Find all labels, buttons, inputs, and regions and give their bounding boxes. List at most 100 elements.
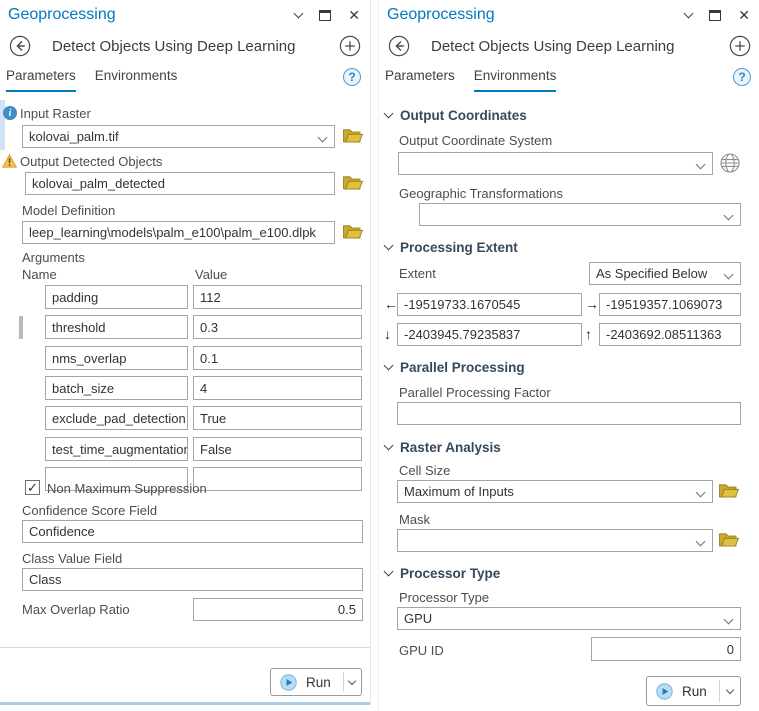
parallel-factor-field[interactable] (397, 402, 741, 425)
argument-name-cell[interactable]: test_time_augmentation (45, 437, 188, 461)
extent-ymax-field[interactable]: -2403692.08511363 (599, 323, 741, 346)
extent-xmax-field[interactable]: -19519357.1069073 (599, 293, 741, 316)
back-arrow-icon (9, 35, 31, 57)
plus-icon (729, 35, 751, 57)
class-value-field[interactable]: Class (22, 568, 363, 591)
model-definition-field[interactable]: leep_learning\models\palm_e100\palm_e100… (22, 221, 335, 244)
model-definition-value: leep_learning\models\palm_e100\palm_e100… (29, 225, 316, 240)
close-icon[interactable]: ✕ (348, 8, 360, 22)
section-processing-extent[interactable]: Processing Extent (385, 240, 518, 255)
gpu-id-field[interactable]: 0 (591, 637, 741, 661)
extent-label: Extent (399, 266, 436, 281)
input-raster-value: kolovai_palm.tif (29, 129, 119, 144)
chevron-down-icon (384, 361, 394, 371)
chevron-down-icon (384, 567, 394, 577)
argument-name-cell[interactable]: batch_size (45, 376, 188, 400)
plus-icon (339, 35, 361, 57)
argument-value-cell[interactable]: True (193, 406, 362, 430)
browse-model-button[interactable] (343, 224, 363, 239)
processor-type-combo[interactable]: GPU (397, 607, 741, 630)
arguments-value-header: Value (195, 267, 227, 282)
max-overlap-field[interactable]: 0.5 (193, 598, 363, 621)
run-button[interactable]: Run (646, 676, 741, 706)
cell-size-label: Cell Size (399, 463, 450, 478)
argument-value-cell[interactable]: 0.3 (193, 315, 362, 339)
run-button-label: Run (682, 684, 707, 699)
add-to-model-button[interactable] (729, 35, 751, 57)
confidence-field[interactable]: Confidence (22, 520, 363, 543)
browse-input-raster-button[interactable] (343, 128, 363, 143)
chevron-down-icon (724, 615, 734, 625)
chevron-down-icon (696, 160, 706, 170)
chevron-down-icon (384, 441, 394, 451)
chevron-down-icon (696, 537, 706, 547)
nms-checkbox[interactable]: ✓ (25, 480, 40, 495)
help-icon[interactable]: ? (733, 68, 751, 86)
chevron-down-icon (348, 677, 356, 685)
argument-value-cell[interactable]: 4 (193, 376, 362, 400)
row-selector-bar[interactable] (19, 316, 23, 339)
chevron-down-icon (696, 488, 706, 498)
play-icon (280, 674, 297, 691)
section-output-coordinates[interactable]: Output Coordinates (385, 108, 527, 123)
close-icon[interactable]: ✕ (738, 8, 750, 22)
browse-mask-button[interactable] (719, 532, 739, 547)
folder-icon (719, 483, 739, 498)
tab-parameters[interactable]: Parameters (6, 68, 76, 92)
back-button[interactable] (388, 35, 410, 57)
help-icon[interactable]: ? (343, 68, 361, 86)
browse-cell-size-button[interactable] (719, 483, 739, 498)
tab-environments[interactable]: Environments (474, 68, 557, 92)
pane-menu-chevron-icon[interactable] (684, 9, 694, 19)
pane-menu-chevron-icon[interactable] (294, 9, 304, 19)
extent-ymin-field[interactable]: -2403945.79235837 (397, 323, 582, 346)
geoprocessing-pane-environments: Geoprocessing ✕ Detect Objects Using Dee… (378, 0, 759, 711)
class-value-field-label: Class Value Field (22, 551, 122, 566)
add-to-model-button[interactable] (339, 35, 361, 57)
run-dropdown[interactable] (720, 677, 740, 705)
argument-name-cell[interactable]: exclude_pad_detection (45, 406, 188, 430)
section-processor-type[interactable]: Processor Type (385, 566, 500, 581)
output-coordinate-system-combo[interactable] (398, 152, 713, 175)
tab-environments[interactable]: Environments (95, 68, 178, 92)
cell-size-combo[interactable]: Maximum of Inputs (397, 480, 713, 503)
argument-name-cell[interactable]: threshold (45, 315, 188, 339)
max-overlap-label: Max Overlap Ratio (22, 602, 130, 617)
input-raster-label: Input Raster (20, 106, 91, 121)
argument-value-cell[interactable]: 112 (193, 285, 362, 309)
pane-dock-icon[interactable] (709, 10, 721, 21)
chevron-down-icon (384, 109, 394, 119)
input-raster-combo[interactable]: kolovai_palm.tif (22, 125, 335, 148)
tool-title-row: Detect Objects Using Deep Learning (0, 31, 370, 61)
folder-icon (719, 532, 739, 547)
gpu-id-label: GPU ID (399, 643, 444, 658)
pane-header: Geoprocessing ✕ (379, 0, 759, 28)
argument-value-cell[interactable] (193, 467, 362, 491)
extent-xmin-field[interactable]: -19519733.1670545 (397, 293, 582, 316)
run-button-label: Run (306, 675, 331, 690)
geographic-transformations-combo[interactable] (419, 203, 741, 226)
argument-name-cell[interactable]: padding (45, 285, 188, 309)
tab-parameters[interactable]: Parameters (385, 68, 455, 92)
section-parallel-processing[interactable]: Parallel Processing (385, 360, 525, 375)
browse-output-button[interactable] (343, 175, 363, 190)
argument-value-cell[interactable]: 0.1 (193, 346, 362, 370)
section-raster-analysis[interactable]: Raster Analysis (385, 440, 501, 455)
folder-icon (343, 224, 363, 239)
mask-combo[interactable] (397, 529, 713, 552)
arguments-label: Arguments (22, 250, 85, 265)
chevron-down-icon (724, 270, 734, 280)
argument-value-cell[interactable]: False (193, 437, 362, 461)
extent-mode-combo[interactable]: As Specified Below (589, 262, 741, 285)
processor-type-label: Processor Type (399, 590, 489, 605)
nms-checkbox-label[interactable]: Non Maximum Suppression (47, 481, 207, 496)
output-detected-field[interactable]: kolovai_palm_detected (25, 172, 335, 195)
run-dropdown[interactable] (344, 669, 361, 695)
select-coordinate-system-button[interactable] (718, 151, 742, 175)
pane-dock-icon[interactable] (319, 10, 331, 21)
run-button[interactable]: Run (270, 668, 362, 696)
info-icon: i (3, 106, 17, 120)
pane-title: Geoprocessing (387, 6, 685, 24)
back-button[interactable] (9, 35, 31, 57)
argument-name-cell[interactable]: nms_overlap (45, 346, 188, 370)
